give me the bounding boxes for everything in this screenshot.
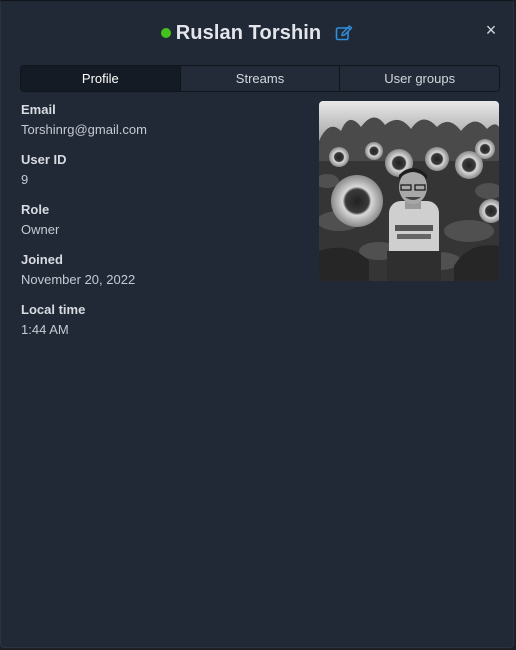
tab-profile[interactable]: Profile xyxy=(21,66,180,91)
edit-icon[interactable] xyxy=(335,24,353,42)
profile-fields: Email Torshinrg@gmail.com User ID 9 Role… xyxy=(21,102,147,352)
field-value: Torshinrg@gmail.com xyxy=(21,122,147,137)
field-local-time: Local time 1:44 AM xyxy=(21,302,147,352)
field-user-id: User ID 9 xyxy=(21,152,147,202)
close-button[interactable]: × xyxy=(483,21,499,39)
field-value: November 20, 2022 xyxy=(21,272,136,287)
field-role: Role Owner xyxy=(21,202,147,252)
avatar xyxy=(319,101,499,281)
tab-user-groups[interactable]: User groups xyxy=(339,66,499,91)
field-label: Email xyxy=(21,102,56,117)
field-value: 9 xyxy=(21,172,29,187)
field-joined: Joined November 20, 2022 xyxy=(21,252,147,302)
field-label: Local time xyxy=(21,302,86,317)
field-email: Email Torshinrg@gmail.com xyxy=(21,102,147,152)
modal-header: Ruslan Torshin xyxy=(1,17,513,49)
field-label: Joined xyxy=(21,252,63,267)
field-label: Role xyxy=(21,202,50,217)
field-value: Owner xyxy=(21,222,60,237)
profile-tabs: Profile Streams User groups xyxy=(20,65,500,92)
user-name: Ruslan Torshin xyxy=(175,21,322,44)
presence-indicator xyxy=(160,28,171,38)
user-profile-modal: Ruslan Torshin × Profile Streams User gr… xyxy=(0,0,514,648)
field-label: User ID xyxy=(21,152,67,167)
avatar-photo xyxy=(319,101,499,281)
tab-streams[interactable]: Streams xyxy=(179,66,340,91)
field-value: 1:44 AM xyxy=(21,322,69,337)
